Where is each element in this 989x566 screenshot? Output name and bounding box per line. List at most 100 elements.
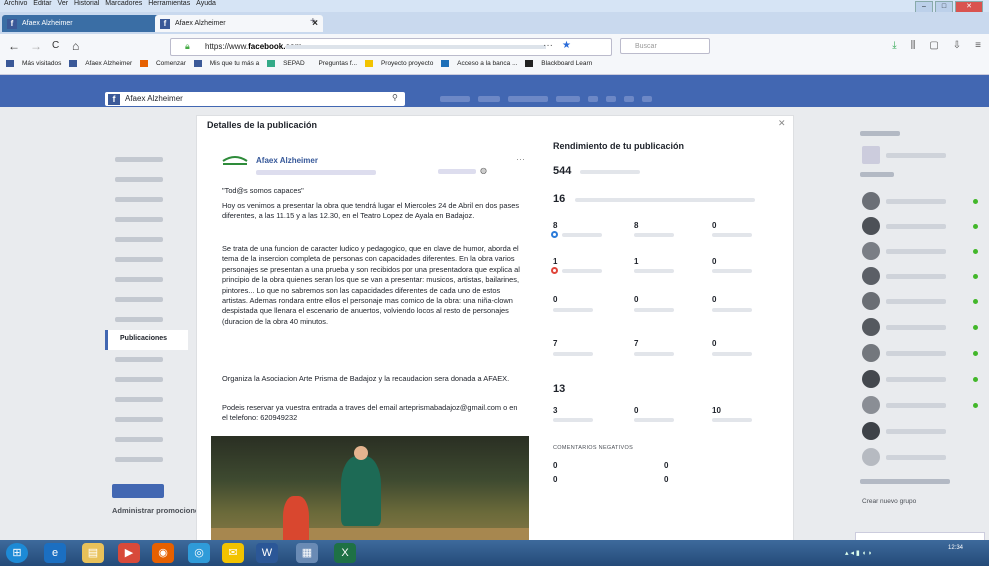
menu-ayuda[interactable]: Ayuda — [196, 0, 216, 7]
app-icon[interactable]: ▦ — [296, 543, 318, 563]
promote-button[interactable] — [112, 484, 164, 498]
left-nav-item[interactable] — [105, 450, 185, 470]
administrar-promociones-link[interactable]: Administrar promociones — [112, 506, 203, 515]
left-nav-item[interactable] — [105, 230, 185, 250]
header-nav-item[interactable] — [556, 96, 580, 102]
menu-editar[interactable]: Editar — [33, 0, 51, 7]
header-nav-item[interactable] — [508, 96, 548, 102]
left-nav-item[interactable] — [105, 190, 185, 210]
online-status-icon — [973, 299, 978, 304]
contact-item[interactable] — [858, 422, 986, 442]
stat-value: 8 — [634, 221, 639, 230]
notifications-icon[interactable] — [624, 96, 634, 102]
stat-value: 7 — [634, 339, 639, 348]
contact-item[interactable] — [858, 448, 986, 468]
save-icon[interactable]: ⇩ — [953, 40, 961, 51]
mail-icon[interactable]: ✉ — [222, 543, 244, 563]
forward-arrow-icon[interactable]: → — [30, 39, 42, 53]
reload-icon[interactable]: C — [52, 40, 59, 51]
more-options-icon[interactable]: ··· — [516, 154, 525, 164]
left-nav-item[interactable] — [105, 150, 185, 170]
word-icon[interactable]: W — [256, 543, 278, 563]
menu-marcadores[interactable]: Marcadores — [105, 0, 142, 7]
post-photo[interactable] — [211, 436, 529, 546]
file-explorer-icon[interactable]: ▤ — [82, 543, 104, 563]
close-icon[interactable]: ✕ — [778, 118, 786, 129]
left-nav-item[interactable] — [105, 250, 185, 270]
contact-item[interactable] — [858, 217, 986, 237]
taskbar-clock[interactable]: 12:34 — [948, 544, 963, 552]
bookmark-item[interactable]: Preguntas f... — [312, 60, 357, 67]
reactions-count: 16 — [553, 193, 566, 205]
bookmark-item[interactable]: Comenzar — [139, 60, 186, 67]
start-button[interactable]: ⊞ — [6, 543, 28, 563]
internet-explorer-icon[interactable]: e — [44, 543, 66, 563]
browser-search-input[interactable]: Buscar — [620, 38, 710, 54]
left-nav-item[interactable] — [105, 390, 185, 410]
contact-item[interactable] — [858, 242, 986, 262]
search-icon[interactable]: ⚲ — [392, 93, 398, 102]
left-nav-item[interactable] — [105, 410, 185, 430]
firefox-icon[interactable]: ◉ — [152, 543, 174, 563]
contact-item[interactable] — [858, 396, 986, 416]
bookmark-item[interactable]: Acceso a la banca ... — [441, 60, 517, 67]
friends-icon[interactable] — [588, 96, 598, 102]
bookmark-item[interactable]: SEPAD — [267, 60, 305, 67]
left-nav-item[interactable] — [105, 170, 185, 190]
new-tab-button[interactable]: + — [310, 16, 340, 30]
library-icon[interactable]: ⫼ — [911, 40, 916, 51]
left-nav-item[interactable] — [105, 290, 185, 310]
left-nav-item[interactable] — [105, 310, 185, 330]
tab-afaex-2[interactable]: f Afaex Alzheimer × — [155, 15, 323, 32]
contact-item[interactable] — [858, 370, 986, 390]
media-player-icon[interactable]: ▶ — [118, 543, 140, 563]
bookmark-item[interactable]: Mis que tu más a — [193, 60, 259, 67]
header-nav-item[interactable] — [478, 96, 500, 102]
left-nav-item[interactable] — [105, 270, 185, 290]
contact-item[interactable] — [858, 292, 986, 312]
contact-item[interactable] — [858, 344, 986, 364]
contact-item[interactable] — [858, 318, 986, 338]
left-nav-item[interactable] — [105, 370, 185, 390]
left-nav-item[interactable] — [105, 350, 185, 370]
contact-item[interactable] — [858, 146, 986, 166]
bookmark-item[interactable]: Afaex Alzheimer — [69, 60, 132, 67]
bookmark-star-icon[interactable]: ★ — [562, 40, 571, 51]
hamburger-menu-icon[interactable]: ≡ — [975, 40, 981, 51]
contact-item[interactable] — [858, 192, 986, 212]
download-icon[interactable]: ⤓ — [892, 40, 896, 51]
left-nav-item[interactable] — [105, 430, 185, 450]
excel-icon[interactable]: X — [334, 543, 356, 563]
bookmark-item[interactable]: Blackboard Learn — [525, 60, 592, 67]
chrome-icon[interactable]: ◎ — [188, 543, 210, 563]
sidebar-icon[interactable]: ▢ — [929, 40, 938, 51]
love-reaction-icon — [551, 267, 558, 274]
menu-herramientas[interactable]: Herramientas — [148, 0, 190, 7]
menu-ver[interactable]: Ver — [58, 0, 69, 7]
left-nav-item[interactable] — [105, 210, 185, 230]
menu-archivo[interactable]: Archivo — [4, 0, 27, 7]
header-nav-item[interactable] — [440, 96, 470, 102]
tab-afaex-1[interactable]: f Afaex Alzheimer — [2, 15, 172, 32]
url-bar[interactable]: 🔒︎ https://www.facebook.com ··· ★ — [170, 38, 612, 56]
contact-name-blur — [886, 377, 946, 382]
menu-historial[interactable]: Historial — [74, 0, 99, 7]
system-tray[interactable]: ▴ ◂ ▮ ◖ ◗ — [845, 549, 872, 557]
contact-name-blur — [886, 274, 946, 279]
post-date-blur[interactable] — [438, 169, 476, 174]
home-icon[interactable]: ⌂ — [72, 39, 79, 53]
create-group-link[interactable]: Crear nuevo grupo — [862, 498, 916, 505]
toolbar-icons: ⤓ ⫼ ▢ ⇩ ≡ — [892, 40, 981, 51]
back-arrow-icon[interactable]: ← — [8, 39, 20, 53]
afaex-logo-icon[interactable] — [222, 152, 248, 168]
bookmark-item[interactable]: Proyecto proyecto — [364, 60, 433, 67]
messages-icon[interactable] — [606, 96, 616, 102]
facebook-logo-icon[interactable]: f — [108, 94, 120, 105]
left-nav-item-publicaciones[interactable]: Publicaciones — [105, 330, 188, 350]
page-actions-icon[interactable]: ··· — [543, 40, 553, 51]
bookmark-item[interactable]: Más visitados — [6, 60, 61, 67]
page-name-link[interactable]: Afaex Alzheimer — [256, 156, 318, 165]
contact-item[interactable] — [858, 267, 986, 287]
help-icon[interactable] — [642, 96, 652, 102]
online-status-icon — [973, 224, 978, 229]
